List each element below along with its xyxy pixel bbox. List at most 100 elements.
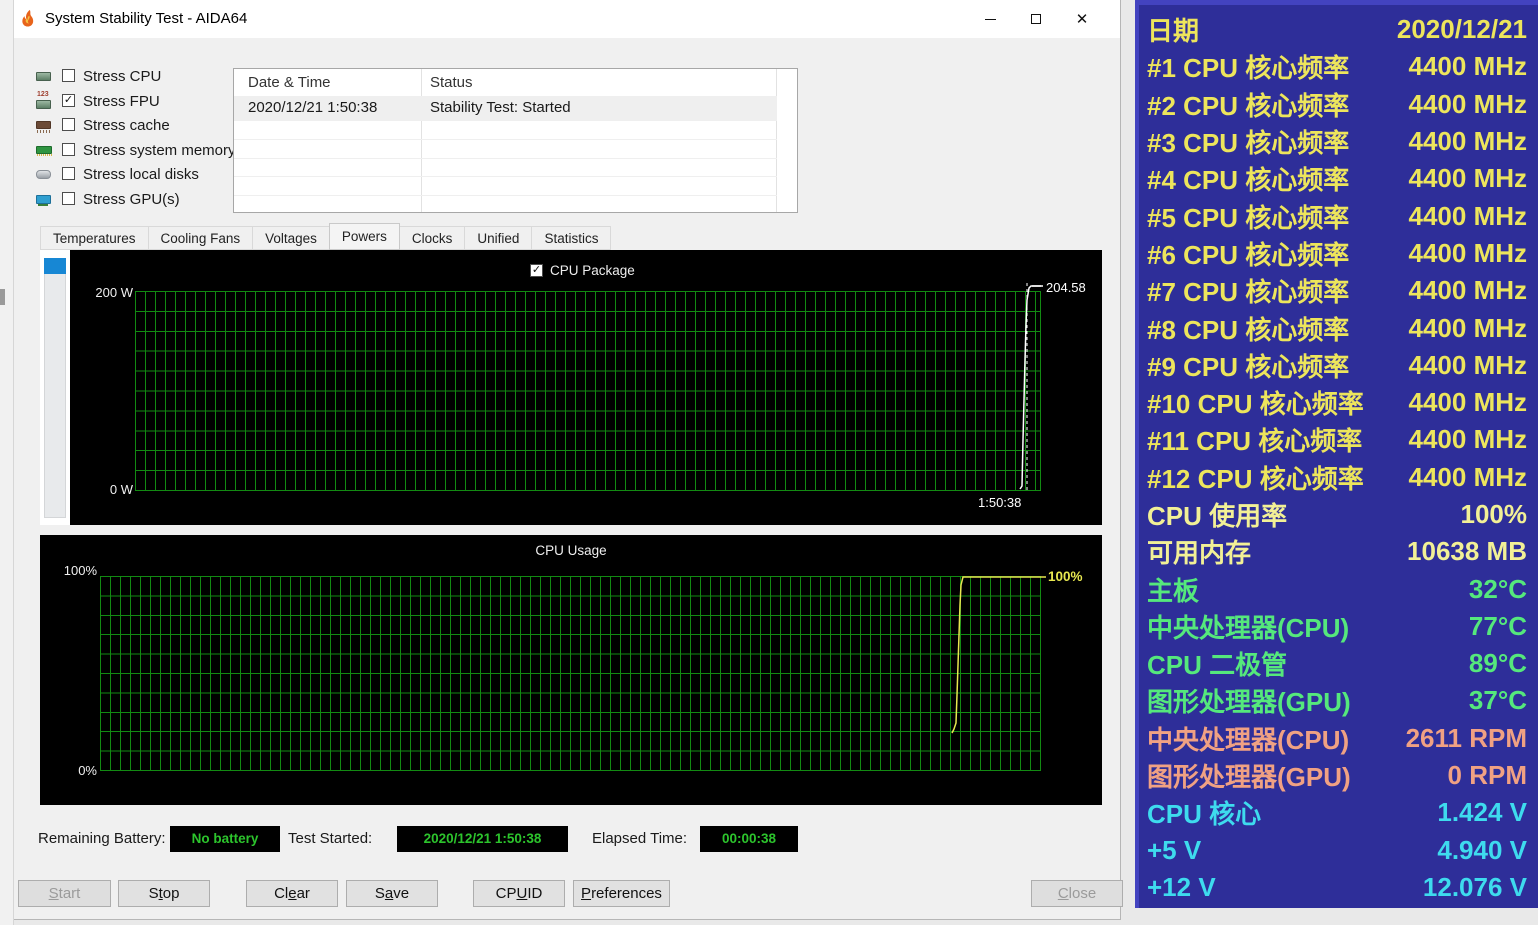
tab-statistics[interactable]: Statistics: [531, 226, 612, 250]
window-controls: ✕: [967, 0, 1105, 38]
sensor-value: 89°C: [1468, 648, 1527, 679]
table-row-empty[interactable]: [234, 195, 777, 215]
stress-option-label: Stress CPU: [83, 68, 162, 85]
minimize-button[interactable]: [967, 0, 1013, 38]
table-header: Date & Time Status: [234, 69, 797, 96]
sensor-label: CPU 二极管: [1147, 650, 1288, 681]
sensor-label: #6 CPU 核心频率: [1147, 239, 1350, 270]
sensor-label: CPU 使用率: [1147, 501, 1288, 531]
table-row-empty[interactable]: [234, 121, 777, 140]
stress-checkbox[interactable]: [62, 142, 75, 156]
sensor-value: 2020/12/21: [1396, 14, 1527, 45]
table-row[interactable]: 2020/12/21 1:50:38 Stability Test: Start…: [234, 96, 777, 121]
sensor-value: 4400 MHz: [1408, 387, 1528, 418]
cpu-package-checkbox[interactable]: ✓: [530, 264, 543, 277]
column-header-datetime[interactable]: Date & Time: [248, 74, 331, 91]
stress-option-label: Stress system memory: [83, 141, 236, 159]
sensor-row: 中央处理器(CPU) 77°C: [1147, 608, 1527, 645]
tab-cooling-fans[interactable]: Cooling Fans: [147, 226, 254, 250]
sensor-row: #4 CPU 核心频率 4400 MHz: [1147, 160, 1527, 197]
stress-option: Stress GPU(s): [14, 189, 229, 211]
sensor-label: #11 CPU 核心频率: [1147, 426, 1363, 457]
battery-value: No battery: [170, 826, 280, 852]
clear-button[interactable]: Clear: [246, 880, 338, 907]
sensor-label: CPU 核心: [1147, 799, 1262, 830]
disk-icon: [35, 167, 53, 182]
tab-powers[interactable]: Powers: [328, 223, 400, 250]
aida64-flame-icon: [22, 9, 34, 27]
column-header-status[interactable]: Status: [430, 74, 473, 91]
sensor-value: 32°C: [1468, 573, 1527, 604]
save-button[interactable]: Save: [346, 880, 438, 907]
stress-option: Stress cache: [14, 115, 229, 137]
sensor-label: #10 CPU 核心频率: [1147, 389, 1364, 420]
close-icon: ✕: [1075, 10, 1089, 28]
sensor-value: 100%: [1460, 499, 1528, 529]
sensor-label: #4 CPU 核心频率: [1147, 165, 1350, 196]
start-button[interactable]: Start: [18, 880, 111, 907]
table-row-empty[interactable]: [234, 158, 777, 178]
titlebar[interactable]: System Stability Test - AIDA64 ✕: [14, 0, 1120, 38]
sensor-label: #2 CPU 核心频率: [1147, 90, 1350, 121]
sensor-label: 图形处理器(GPU): [1147, 687, 1351, 718]
table-row-empty[interactable]: [234, 140, 777, 159]
sensor-row: #9 CPU 核心频率 4400 MHz: [1147, 347, 1527, 384]
sensor-row: #1 CPU 核心频率 4400 MHz: [1147, 48, 1527, 85]
background-window-edge: [0, 289, 5, 305]
stress-checkbox[interactable]: [62, 192, 75, 205]
preferences-button[interactable]: Preferences: [573, 880, 670, 907]
cpuid-button[interactable]: CPUID: [473, 880, 565, 907]
sensor-value: 4400 MHz: [1408, 424, 1528, 455]
sensor-row: +12 V 12.076 V: [1147, 869, 1527, 906]
sensor-value: 4.940 V: [1437, 834, 1527, 865]
minimize-icon: [984, 18, 996, 20]
tab-voltages[interactable]: Voltages: [252, 226, 330, 250]
y-axis-top-label: 200 W: [95, 285, 133, 300]
sensor-row: 图形处理器(GPU) 0 RPM: [1147, 757, 1527, 794]
tab-unified[interactable]: Unified: [464, 226, 533, 250]
stop-button[interactable]: Stop: [118, 880, 210, 907]
stress-checkbox[interactable]: [62, 69, 75, 82]
sensor-value: 37°C: [1468, 685, 1527, 716]
sensor-panel: 日期 2020/12/21 #1 CPU 核心频率 4400 MHz #2 CP…: [1135, 0, 1538, 908]
sensor-label: #8 CPU 核心频率: [1147, 314, 1350, 345]
tab-temperatures[interactable]: Temperatures: [40, 226, 149, 250]
tab-clocks[interactable]: Clocks: [398, 226, 466, 250]
y-axis-bottom-label: 0%: [78, 763, 97, 778]
battery-label: Remaining Battery:: [38, 830, 166, 847]
close-button[interactable]: ✕: [1059, 0, 1105, 38]
sensor-row: 可用内存 10638 MB: [1147, 533, 1527, 570]
stress-options-list: Stress CPU ✓ Stress FPU Stress cache Str…: [14, 62, 236, 212]
sensor-value: 4400 MHz: [1408, 163, 1528, 194]
cache-chip-icon: [35, 118, 53, 134]
sensor-row: #8 CPU 核心频率 4400 MHz: [1147, 309, 1527, 346]
sensor-label: #7 CPU 核心频率: [1147, 277, 1350, 308]
usage-plot-area: CPU Usage 100% 0% 100%: [40, 535, 1102, 805]
sensor-value: 4400 MHz: [1408, 275, 1528, 306]
maximize-button[interactable]: [1013, 0, 1059, 38]
sensor-row: #3 CPU 核心频率 4400 MHz: [1147, 123, 1527, 160]
event-log-table[interactable]: Date & Time Status 2020/12/21 1:50:38 St…: [233, 68, 798, 215]
table-row-empty[interactable]: [234, 177, 777, 196]
chart-scrollbar-thumb[interactable]: [44, 258, 66, 274]
close-dialog-button[interactable]: Close: [1031, 880, 1123, 907]
usage-chart-title: CPU Usage: [535, 543, 607, 558]
stress-checkbox[interactable]: [62, 167, 75, 181]
chart-scrollbar[interactable]: [44, 258, 66, 518]
stress-checkbox[interactable]: [62, 118, 75, 132]
sensor-row: #10 CPU 核心频率 4400 MHz: [1147, 384, 1527, 421]
stress-checkbox[interactable]: ✓: [62, 93, 75, 107]
power-plot-area: ✓ CPU Package 200 W 0 W 204.58 1:50:38: [70, 250, 1102, 525]
sensor-label: 主板: [1147, 575, 1200, 606]
sensor-value: 10638 MB: [1407, 536, 1527, 567]
sensor-row: #7 CPU 核心频率 4400 MHz: [1147, 272, 1527, 309]
sensor-value: 4400 MHz: [1408, 51, 1528, 82]
stress-option-label: Stress local disks: [83, 166, 199, 184]
desktop-edge: [0, 0, 14, 925]
test-started-label: Test Started:: [288, 830, 373, 847]
sensor-label: 中央处理器(CPU): [1147, 612, 1350, 643]
elapsed-time-value: 00:00:38: [700, 826, 798, 852]
chart-tabs: Temperatures Cooling Fans Voltages Powers Cl…: [40, 223, 612, 250]
usage-current-value: 100%: [1048, 569, 1083, 584]
sensor-row: #12 CPU 核心频率 4400 MHz: [1147, 459, 1527, 496]
